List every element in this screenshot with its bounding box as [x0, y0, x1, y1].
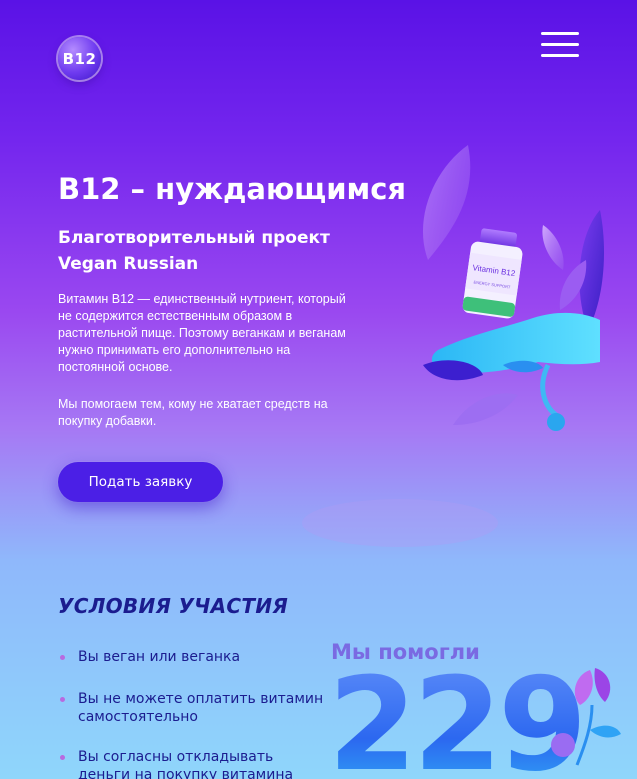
hero-description: Витамин B12 — единственный нутриент, кот… [58, 292, 346, 374]
vitamin-illustration: Vitamin B12 ENERGY SUPPORT [422, 145, 604, 431]
subtitle-line-2: Vegan Russian [58, 254, 199, 274]
leaf-shape [453, 393, 518, 425]
subtitle-line-1: Благотворительный проект [58, 228, 330, 248]
condition-item: Вы согласны откладывать деньги на покупк… [58, 748, 328, 779]
menu-line [541, 54, 579, 57]
hamburger-menu-icon[interactable] [541, 32, 579, 58]
hero-subtitle: Благотворительный проект Vegan Russian [58, 225, 358, 277]
decorative-blob [302, 499, 498, 547]
logo-text: B12 [62, 49, 97, 68]
vitamin-bottle: Vitamin B12 ENERGY SUPPORT [462, 228, 523, 319]
leaf-shape [422, 145, 471, 260]
flower-stem [540, 363, 558, 417]
menu-line [541, 32, 579, 35]
conditions-title: УСЛОВИЯ УЧАСТИЯ [58, 594, 289, 618]
decorative-ball-icon [551, 733, 575, 757]
helped-count: 229 [328, 662, 587, 779]
leaf-shape [542, 225, 564, 270]
apply-button[interactable]: Подать заявку [58, 462, 223, 502]
logo[interactable]: B12 [58, 37, 101, 80]
hero-help-text: Мы помогаем тем, кому не хватает средств… [58, 397, 328, 428]
menu-line [541, 43, 579, 46]
flower-bud [547, 413, 565, 431]
page-title: B12 – нуждающимся [58, 172, 407, 206]
condition-item: Вы не можете оплатить витамин самостояте… [58, 690, 328, 726]
condition-item: Вы веган или веганка [58, 648, 328, 666]
